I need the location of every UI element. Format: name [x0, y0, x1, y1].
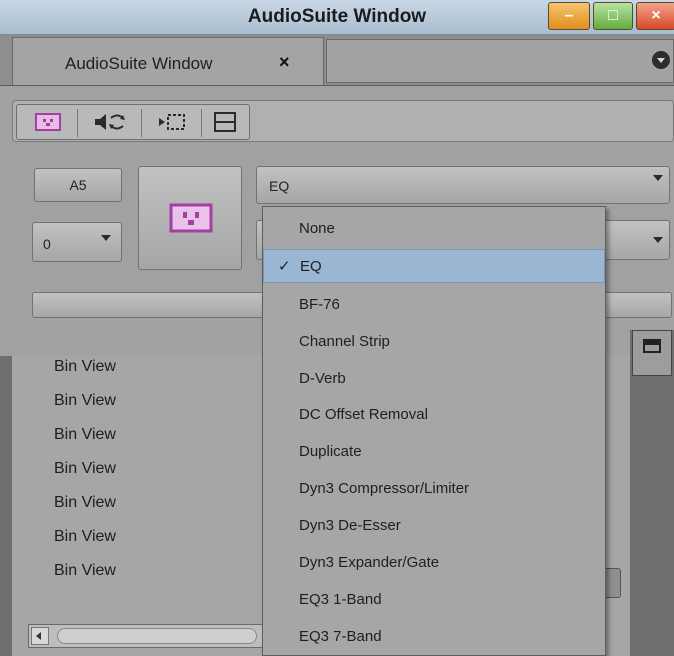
split-view-icon[interactable] — [205, 108, 245, 136]
plugin-icon — [169, 203, 213, 233]
play-track-icon[interactable] — [147, 108, 197, 136]
menu-item-label: EQ3 1-Band — [299, 591, 382, 608]
minimize-icon: – — [564, 7, 574, 24]
bin-list: Bin View Bin View Bin View Bin View Bin … — [34, 356, 262, 614]
menu-item-eq3-7-band[interactable]: EQ3 7-Band — [263, 620, 605, 654]
tab-bar: AudioSuite Window × — [0, 35, 674, 86]
plugin-icon[interactable] — [23, 108, 73, 136]
tab-menu-icon[interactable] — [652, 51, 670, 69]
menu-item-dyn3-expander-gate[interactable]: Dyn3 Expander/Gate — [263, 546, 605, 580]
menu-item-label: Channel Strip — [299, 333, 390, 350]
list-item[interactable]: Bin View — [54, 562, 116, 580]
render-plugin-button[interactable] — [138, 166, 242, 270]
plugin-select-value: EQ — [269, 178, 290, 194]
chevron-down-icon — [653, 175, 663, 181]
chevron-down-icon — [653, 237, 663, 243]
menu-item-label: BF-76 — [299, 296, 340, 313]
list-item[interactable]: Bin View — [54, 392, 116, 410]
side-panel-button[interactable] — [632, 330, 672, 376]
menu-item-bf-76[interactable]: BF-76 — [263, 288, 605, 322]
tab-label: AudioSuite Window — [65, 54, 213, 73]
menu-item-label: Dyn3 De-Esser — [299, 517, 401, 534]
menu-item-channel-strip[interactable]: Channel Strip — [263, 325, 605, 359]
plugin-dropdown-menu: None ✓ EQ BF-76 Channel Strip D-Verb DC O… — [262, 206, 606, 656]
toolbar-divider — [201, 109, 202, 137]
menu-item-none[interactable]: None — [263, 212, 605, 246]
horizontal-scrollbar[interactable] — [28, 624, 268, 648]
close-icon: × — [651, 7, 661, 24]
menu-item-dyn3-compressor-limiter[interactable]: Dyn3 Compressor/Limiter — [263, 472, 605, 506]
speaker-loop-icon[interactable] — [85, 108, 135, 136]
plugin-select[interactable]: EQ — [256, 166, 670, 204]
menu-item-label: D-Verb — [299, 370, 346, 387]
close-window-button[interactable]: × — [636, 2, 674, 30]
menu-item-label: Dyn3 Expander/Gate — [299, 554, 440, 571]
toolbar-icon-group — [16, 104, 250, 140]
minimize-button[interactable]: – — [548, 2, 590, 30]
menu-item-eq[interactable]: ✓ EQ — [263, 249, 605, 283]
menu-item-label: DC Offset Removal — [299, 406, 428, 423]
list-item[interactable]: Bin View — [54, 358, 116, 376]
list-item[interactable]: Bin View — [54, 528, 116, 546]
scrollbar-thumb[interactable] — [57, 628, 257, 644]
scroll-left-icon[interactable] — [31, 627, 49, 645]
maximize-button[interactable]: □ — [593, 2, 633, 30]
toolbar-divider — [77, 109, 78, 137]
menu-item-dyn3-de-esser[interactable]: Dyn3 De-Esser — [263, 509, 605, 543]
side-panel — [630, 330, 674, 656]
number-select[interactable]: 0 — [32, 222, 122, 262]
menu-item-label: None — [299, 220, 335, 237]
list-item[interactable]: Bin View — [54, 426, 116, 444]
tab-strip-empty — [326, 39, 674, 83]
maximize-icon: □ — [608, 7, 618, 24]
menu-item-duplicate[interactable]: Duplicate — [263, 435, 605, 469]
menu-item-dc-offset-removal[interactable]: DC Offset Removal — [263, 398, 605, 432]
menu-item-eq3-1-band[interactable]: EQ3 1-Band — [263, 583, 605, 617]
toolbar-divider — [141, 109, 142, 137]
menu-item-label: Dyn3 Compressor/Limiter — [299, 480, 470, 497]
number-value: 0 — [43, 236, 51, 252]
check-icon: ✓ — [278, 258, 291, 275]
list-item[interactable]: Bin View — [54, 460, 116, 478]
menu-item-label: Duplicate — [299, 443, 362, 460]
tab-audiosuite[interactable]: AudioSuite Window × — [12, 37, 324, 85]
track-button[interactable]: A5 — [34, 168, 122, 202]
list-item[interactable]: Bin View — [54, 494, 116, 512]
window-icon — [643, 339, 661, 353]
menu-item-d-verb[interactable]: D-Verb — [263, 362, 605, 396]
tab-close-icon[interactable]: × — [279, 52, 290, 73]
chevron-down-icon — [101, 235, 111, 241]
menu-item-label: EQ3 7-Band — [299, 628, 382, 645]
menu-item-label: EQ — [300, 258, 322, 275]
